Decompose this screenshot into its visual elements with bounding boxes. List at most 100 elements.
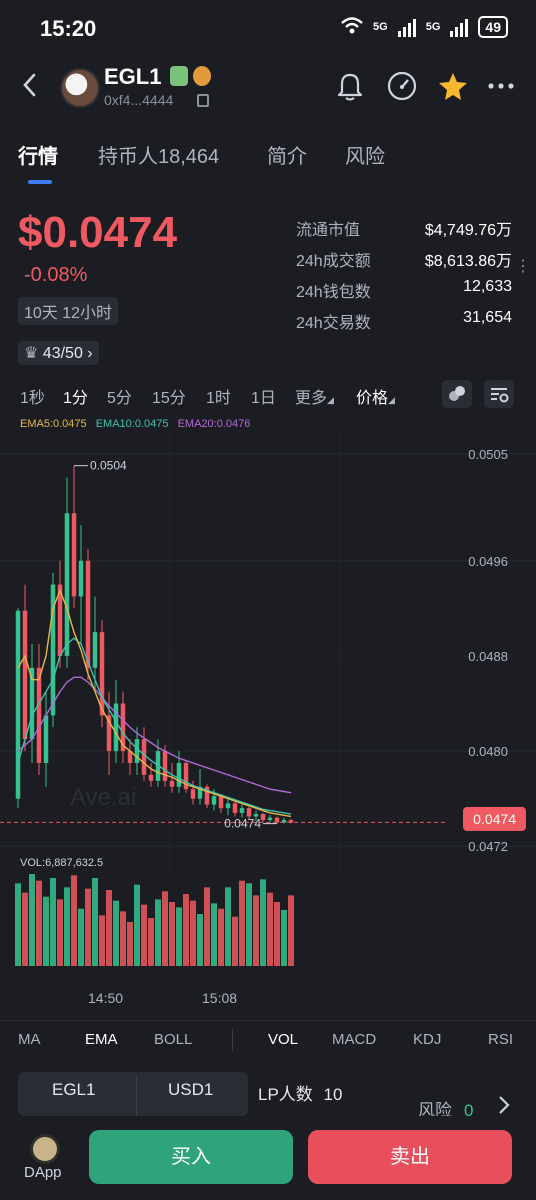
interval-15m[interactable]: 15分 [152, 384, 186, 408]
star-icon[interactable] [436, 70, 470, 104]
volume-bar [211, 903, 217, 966]
indicator-ema[interactable]: EMA [85, 1031, 118, 1048]
candle-body [148, 774, 154, 781]
candle-body [22, 610, 28, 740]
price-mode-select[interactable]: 价格◢ [356, 384, 395, 408]
volume-bar [288, 895, 294, 966]
interval-1m[interactable]: 1分 [63, 384, 88, 408]
sell-button[interactable]: 卖出 [308, 1130, 512, 1184]
indicator-rsi[interactable]: RSI [488, 1031, 513, 1048]
volume-bar [113, 900, 119, 966]
tab-intro[interactable]: 简介 [267, 140, 307, 169]
volume-bar [190, 900, 196, 966]
interval-1s[interactable]: 1秒 [20, 384, 45, 408]
volume-bar [218, 908, 224, 966]
interval-1h[interactable]: 1时 [206, 384, 231, 408]
volume-bar [64, 887, 70, 966]
current-price: $0.0474 [18, 208, 178, 257]
dapp-label[interactable]: DApp [24, 1164, 62, 1181]
indicator-ma[interactable]: MA [18, 1031, 41, 1048]
more-icon[interactable] [484, 70, 518, 104]
tab-holders[interactable]: 持币人18,464 [98, 140, 219, 169]
y-tick-label: 0.0505 [468, 447, 508, 462]
stat-row: 流通市值 $4,749.76万 [296, 216, 512, 240]
candle-body [78, 560, 84, 597]
candle-body [71, 513, 77, 597]
volume-bar [260, 879, 266, 966]
indicator-boll[interactable]: BOLL [154, 1031, 192, 1048]
rank-value: 43/50 [42, 345, 83, 362]
ema-legend: EMA5:0.0475 EMA10:0.0475 EMA20:0.0476 [20, 418, 250, 430]
price-mode-label: 价格 [356, 390, 389, 407]
tab-market[interactable]: 行情 [18, 140, 58, 169]
token-header: EGL1 0xf4...4444 [0, 58, 536, 118]
volume-legend: VOL:6,887,632.5 [20, 857, 104, 869]
chart-settings-button[interactable] [484, 380, 514, 408]
more-vertical-icon[interactable]: ⋮ [515, 259, 531, 275]
rank-badge[interactable]: ♛ 43/50 › [18, 341, 99, 365]
indicator-divider [232, 1029, 233, 1051]
bottom-action-bar: DApp 买入 卖出 [0, 1116, 536, 1200]
candle-body [141, 739, 147, 775]
ema5-legend: EMA5:0.0475 [20, 418, 87, 430]
indicator-kdj[interactable]: KDJ [413, 1031, 441, 1048]
candle-body [85, 560, 91, 668]
volume-bar [50, 878, 56, 966]
volume-bar [57, 899, 63, 966]
pool-divider [136, 1076, 137, 1116]
drawing-tool-button[interactable] [442, 380, 472, 408]
bell-icon[interactable] [333, 70, 367, 104]
volume-bar [155, 899, 161, 966]
signal-icon [450, 17, 469, 37]
signal-icon [397, 17, 416, 37]
volume-chart [15, 874, 294, 966]
volume-bar [239, 880, 245, 966]
coin-badge-icon [193, 66, 211, 86]
candle-body [225, 803, 231, 809]
time-axis-label: 14:50 [88, 990, 124, 1006]
stat-label: 24h交易数 [296, 315, 371, 332]
candle-body [36, 667, 42, 763]
tab-risk[interactable]: 风险 [345, 140, 385, 169]
candle-body [134, 739, 140, 763]
lp-label: LP人数 [258, 1085, 313, 1104]
interval-more[interactable]: 更多◢ [295, 384, 334, 408]
token-age: 10天 12小时 [18, 297, 119, 325]
candle-body [169, 780, 175, 787]
circles-icon [449, 386, 465, 401]
volume-bar [127, 922, 133, 966]
copy-icon[interactable] [197, 94, 209, 107]
candle-body [99, 632, 105, 716]
candle-body [92, 632, 98, 668]
volume-bar [225, 887, 231, 966]
volume-bar [281, 910, 287, 966]
status-bar: 15:20 5G 5G 49 [0, 0, 536, 58]
volume-bar [169, 902, 175, 966]
gauge-icon[interactable] [385, 70, 419, 104]
volume-bar [134, 884, 140, 966]
stat-row: 24h成交额 $8,613.86万 [296, 247, 512, 271]
low-marker-label: 0.0474 [224, 817, 261, 831]
ema10-line [17, 637, 292, 815]
volume-bar [232, 916, 238, 966]
stat-row: 24h钱包数 12,633 [296, 278, 512, 302]
stat-value: 12,633 [463, 278, 512, 295]
volume-bar [253, 895, 259, 966]
volume-bar [162, 891, 168, 966]
back-icon[interactable] [20, 70, 40, 106]
current-price-tag: 0.0474 [463, 807, 526, 831]
candle-body [176, 762, 182, 787]
dapp-icon[interactable] [30, 1134, 60, 1164]
volume-bar [148, 918, 154, 966]
price-change: -0.08% [24, 264, 88, 286]
volume-bar [197, 914, 203, 966]
interval-1d[interactable]: 1日 [251, 384, 276, 408]
pool-pair[interactable]: EGL1 USD1 [18, 1072, 248, 1116]
interval-5m[interactable]: 5分 [107, 384, 132, 408]
indicator-tabs: MA EMA BOLL VOL MACD KDJ RSI [0, 1020, 536, 1058]
buy-button[interactable]: 买入 [89, 1130, 293, 1184]
candlestick-chart[interactable]: Ave.ai 0.0505 0.0496 0.0488 0.0480 0.0472 0.… [0, 430, 536, 870]
indicator-macd[interactable]: MACD [332, 1031, 376, 1048]
token-avatar [60, 68, 100, 108]
indicator-vol[interactable]: VOL [268, 1031, 298, 1048]
